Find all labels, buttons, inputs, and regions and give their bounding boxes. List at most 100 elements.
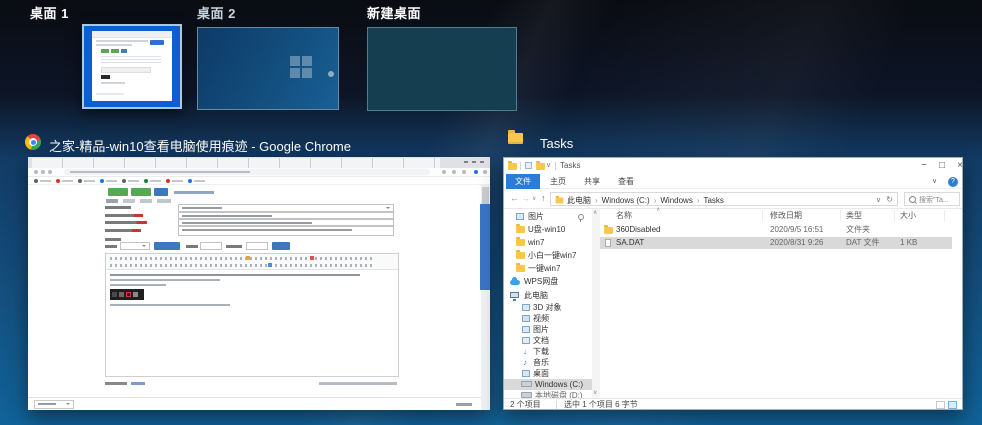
column-header-size[interactable]: 大小 [900,209,916,222]
desktop-1-label[interactable]: 桌面 1 [30,3,69,22]
divider [520,162,521,170]
ribbon-tab-share[interactable]: 共享 [584,174,600,189]
explorer-window-title[interactable]: Tasks [540,136,573,151]
folder-icon [516,226,525,233]
menu-icon [483,170,487,174]
form-label-stub [105,229,141,232]
desktop-2-label[interactable]: 桌面 2 [197,3,236,22]
videos-icon [522,315,530,322]
page-tab-stub [140,199,152,203]
list-view-toggle-icon[interactable] [936,401,945,409]
page-side-widget [480,204,490,290]
address-caret-icon[interactable]: ∨ [876,196,881,204]
explorer-ribbon: 文件 主页 共享 查看 ∨ ? [504,174,962,189]
desktop-icon [522,370,530,377]
sidebar-item-label: WPS网盘 [524,276,558,287]
column-header-name[interactable]: 名称 [616,209,632,222]
ribbon-tab-home[interactable]: 主页 [550,174,566,189]
breadcrumb-windows[interactable]: Windows [650,196,693,205]
form-input-small [200,242,222,250]
breadcrumb-drive-c[interactable]: Windows (C:) [591,196,650,205]
text-line [101,82,125,84]
quick-access-icon[interactable] [525,162,532,169]
details-view-toggle-icon[interactable] [948,401,957,409]
scroll-up-icon[interactable]: ∧ [593,209,597,216]
file-size: 1 KB [900,237,917,249]
page-tab-stub [123,199,135,203]
up-icon[interactable]: ↑ [541,193,546,203]
form-label-stub [105,245,117,248]
ribbon-tab-view[interactable]: 查看 [618,174,634,189]
divider [556,401,557,409]
close-button[interactable]: × [952,158,968,173]
editor-text-line [110,304,230,306]
ribbon-collapse-icon[interactable]: ∨ [932,177,937,185]
sidebar-item-label: U盘-win10 [528,224,565,235]
block-icon-highlighted [126,292,131,297]
address-bar[interactable]: 此电脑Windows (C:)WindowsTasks ∨ ↻ [550,192,898,206]
bookmark-item [100,179,117,183]
zoom-control [34,400,74,409]
bookmark-item [56,179,73,183]
desktop-1-thumbnail[interactable] [82,24,182,109]
page-blue-button [154,188,168,196]
omnibox [64,169,430,175]
column-divider[interactable] [840,210,841,221]
sort-ascending-icon: ∧ [656,206,660,213]
refresh-icon[interactable]: ↻ [886,195,893,204]
sidebar-item-drive-c-selected[interactable]: Windows (C:) [504,379,592,390]
refresh-icon [48,170,52,174]
form-select-small [120,242,150,250]
new-desktop-thumbnail[interactable] [367,27,517,111]
search-icon [909,196,916,203]
explorer-address-row: ← → ∨ ↑ 此电脑Windows (C:)WindowsTasks ∨ ↻ … [504,189,962,209]
desktop-2-thumbnail[interactable] [197,27,339,110]
sidebar-item-label: 图片 [533,324,549,335]
maximize-button[interactable]: □ [934,158,950,173]
page-tab-stub [157,199,171,203]
column-divider[interactable] [762,210,763,221]
help-icon[interactable]: ? [948,177,958,187]
sidebar-item-label: 视频 [533,313,549,324]
toolbar-color-icon [310,256,314,260]
explorer-window-preview[interactable]: ∨ Tasks − □ × 文件 主页 共享 查看 ∨ ? ← → ∨ ↑ 此电… [503,157,963,410]
sidebar-item-label: 音乐 [533,357,549,368]
music-icon: ♪ [523,357,527,368]
block-icon [133,292,138,297]
sidebar-scrollbar[interactable]: ∧ ∨ [592,209,600,398]
breadcrumb-tasks[interactable]: Tasks [693,196,724,205]
chrome-window-preview[interactable] [28,157,490,410]
bookmark-item [122,179,139,183]
column-divider[interactable] [944,210,945,221]
new-desktop-label[interactable]: 新建桌面 [367,3,421,22]
chrome-window-title[interactable]: 之家-精品-win10查看电脑使用痕迹 - Google Chrome [49,136,351,155]
quick-access-caret-icon[interactable]: ∨ [546,161,551,169]
history-caret-icon[interactable]: ∨ [532,195,536,202]
mini-green-button [101,49,109,53]
sidebar-item-label: 图片 [528,211,544,222]
pictures-icon [522,326,530,333]
search-box[interactable]: 搜索"Ta... [904,192,960,206]
editor-text-line [110,274,360,276]
forward-icon[interactable]: → [521,193,530,203]
form-input [178,212,394,219]
form-label-stub [105,214,143,217]
folder-icon [516,239,525,246]
quick-access-folder-icon[interactable] [536,163,545,170]
page-link-stub [174,191,214,194]
column-header-date[interactable]: 修改日期 [770,209,802,222]
page-green-button [108,188,128,196]
toolbar-color-icon [246,256,250,260]
file-row-360disabled[interactable]: 360Disabled 2020/9/5 16:51 文件夹 [600,224,952,236]
column-header-type[interactable]: 类型 [846,209,862,222]
ribbon-tab-file[interactable]: 文件 [506,174,540,189]
breadcrumb-this-pc[interactable]: 此电脑 [567,196,591,205]
column-divider[interactable] [894,210,895,221]
file-row-sadat-selected[interactable]: SA.DAT 2020/8/31 9:26 DAT 文件 1 KB [600,237,952,249]
back-icon[interactable]: ← [510,193,519,203]
file-type: 文件夹 [846,224,870,236]
windows-logo-icon [290,56,312,78]
folder-icon [508,133,523,144]
minimize-button[interactable]: − [916,158,932,173]
scroll-down-icon[interactable]: ∨ [593,389,597,396]
